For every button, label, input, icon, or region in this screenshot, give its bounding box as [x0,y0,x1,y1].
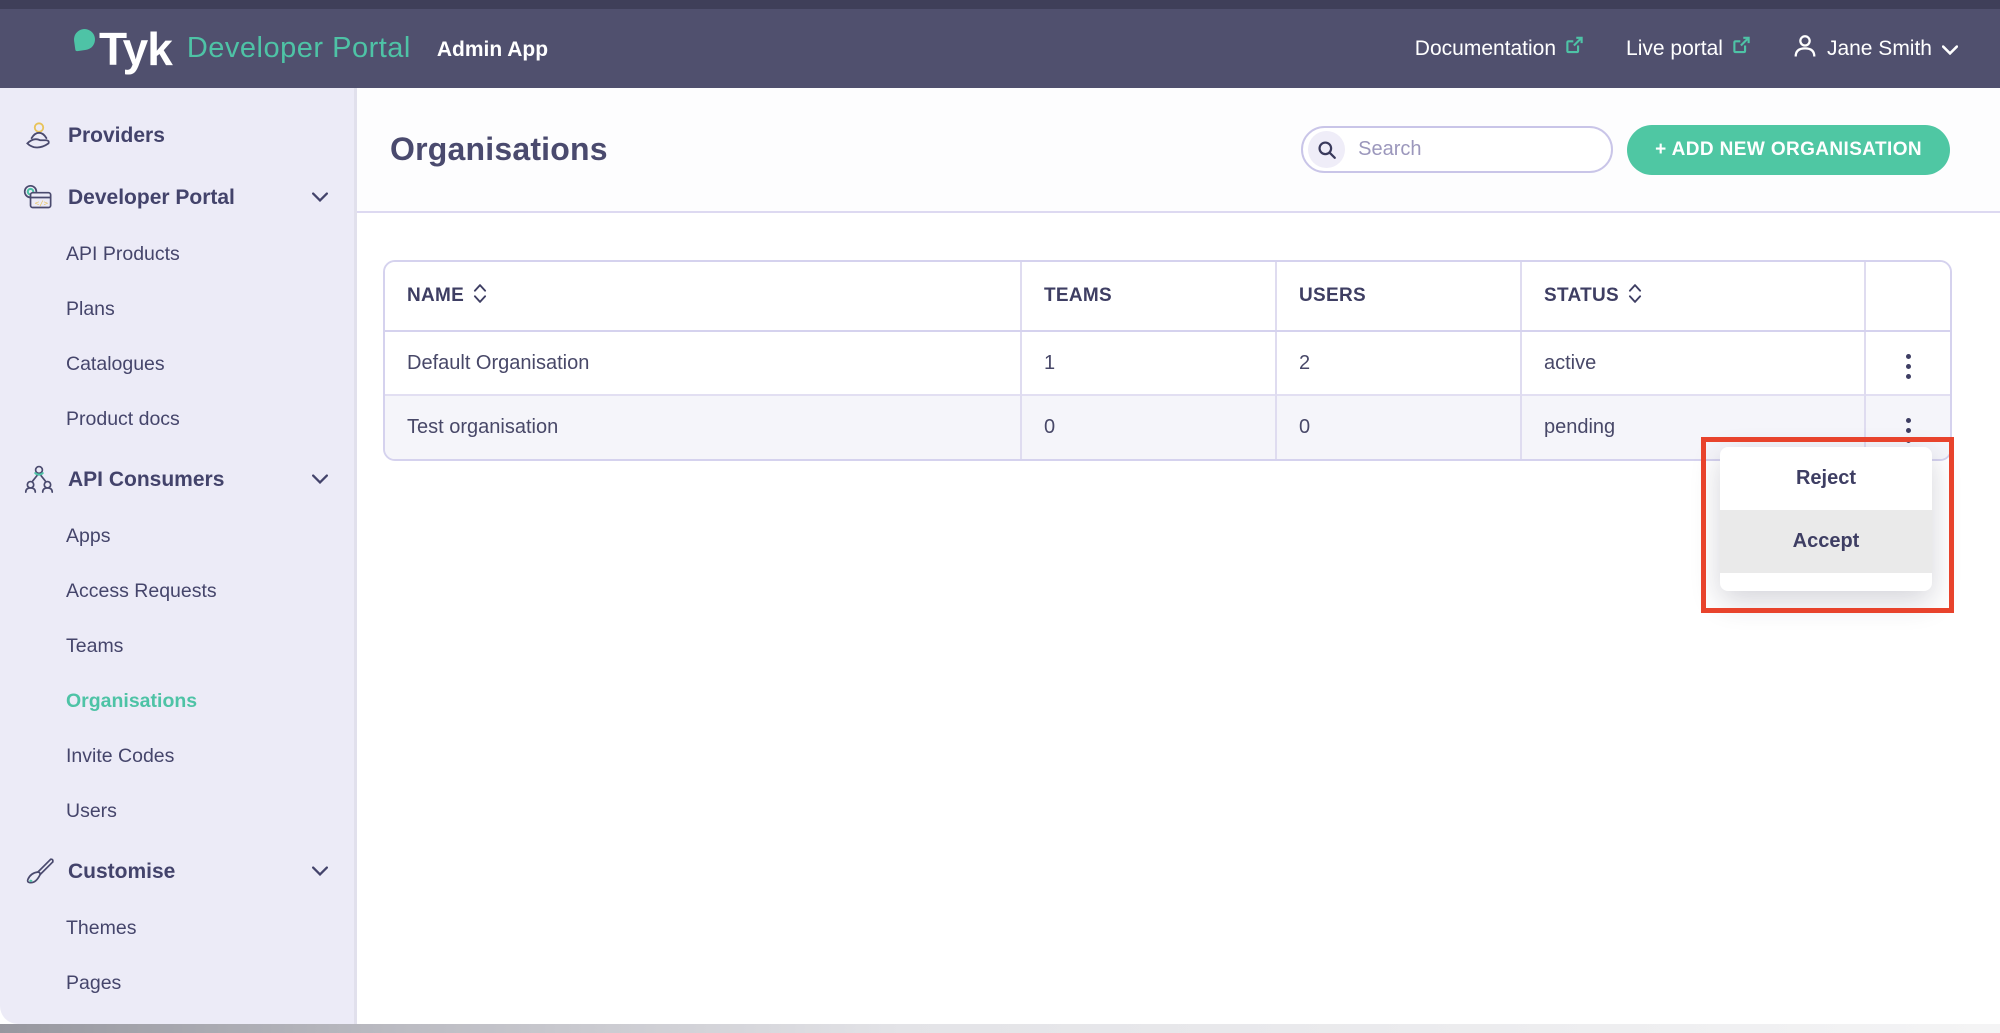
org-status-cell: active [1521,331,1865,395]
kebab-menu-icon[interactable] [1896,412,1921,449]
person-icon [1793,34,1817,64]
tyk-leaf-icon [73,27,97,51]
search-icon [1308,131,1345,168]
sidebar-section-providers[interactable]: Providers [0,110,354,162]
sort-icon [1628,283,1642,310]
column-header-teams[interactable]: TEAMS [1021,262,1276,331]
search-input[interactable] [1345,138,1575,161]
column-header-status[interactable]: STATUS [1521,262,1865,331]
external-link-icon [1565,36,1584,61]
sidebar-section-label: API Consumers [68,468,312,492]
page-actions: + ADD NEW ORGANISATION [1301,125,1950,175]
table-header-row: NAME TEAMS [385,262,1950,331]
body: Providers </> Developer Portal [0,88,2000,1024]
column-header-users[interactable]: USERS [1276,262,1521,331]
table-row[interactable]: Test organisation 0 0 pending [385,395,1950,459]
sidebar-item-teams[interactable]: Teams [0,621,354,671]
sidebar-item-pages[interactable]: Pages [0,958,354,1008]
sidebar-item-catalogues[interactable]: Catalogues [0,339,354,389]
header-left: Tyk Developer Portal Admin App [74,27,548,71]
chevron-down-icon[interactable] [312,471,328,489]
row-actions-cell [1865,331,1950,395]
add-new-organisation-button[interactable]: + ADD NEW ORGANISATION [1627,125,1950,175]
page-header: Organisations + ADD NEW ORGANISATION [357,88,2000,213]
sidebar-item-organisations[interactable]: Organisations [0,676,354,726]
sidebar-item-apps[interactable]: Apps [0,511,354,561]
window-bottom-edge [0,1024,2000,1033]
logo-subtitle: Developer Portal [187,32,411,65]
chevron-down-icon [1942,37,1958,61]
sidebar-item-plans[interactable]: Plans [0,284,354,334]
search-box[interactable] [1301,126,1613,173]
org-teams-cell: 0 [1021,395,1276,459]
live-portal-link[interactable]: Live portal [1626,36,1751,61]
sidebar-section-api-consumers[interactable]: API Consumers [0,454,354,506]
documentation-link[interactable]: Documentation [1415,36,1584,61]
external-link-icon [1732,36,1751,61]
logo-text: Tyk [99,27,172,71]
main-content: Organisations + ADD NEW ORGANISATION [357,88,2000,1024]
sidebar-item-product-docs[interactable]: Product docs [0,394,354,444]
sidebar-item-themes[interactable]: Themes [0,903,354,953]
consumers-people-icon [20,461,58,499]
user-name: Jane Smith [1827,37,1932,61]
sidebar-section-developer-portal[interactable]: </> Developer Portal [0,172,354,224]
portal-window-icon: </> [20,179,58,217]
tyk-logo[interactable]: Tyk [74,27,172,71]
sidebar-section-label: Developer Portal [68,186,312,210]
user-menu[interactable]: Jane Smith [1793,34,1958,64]
sidebar-item-api-products[interactable]: API Products [0,229,354,279]
live-portal-link-label: Live portal [1626,37,1723,61]
sort-icon [473,283,487,310]
menu-item-accept[interactable]: Accept [1720,510,1932,573]
org-teams-cell: 1 [1021,331,1276,395]
column-header-name[interactable]: NAME [385,262,1021,331]
documentation-link-label: Documentation [1415,37,1556,61]
sidebar-section-label: Customise [68,860,312,884]
app-label: Admin App [437,38,548,62]
chevron-down-icon[interactable] [312,189,328,207]
column-header-actions [1865,262,1950,331]
top-header: Tyk Developer Portal Admin App Documenta… [0,0,2000,88]
menu-item-reject[interactable]: Reject [1720,447,1932,510]
sidebar-item-users[interactable]: Users [0,786,354,836]
provider-hand-icon [20,117,58,155]
organisations-table: NAME TEAMS [383,260,1952,461]
org-name-cell: Default Organisation [385,331,1021,395]
chevron-down-icon[interactable] [312,863,328,881]
sidebar: Providers </> Developer Portal [0,88,357,1024]
sidebar-section-label: Providers [68,124,328,148]
sidebar-section-customise[interactable]: Customise [0,846,354,898]
org-name-cell: Test organisation [385,395,1021,459]
sidebar-item-invite-codes[interactable]: Invite Codes [0,731,354,781]
table-row[interactable]: Default Organisation 1 2 active [385,331,1950,395]
page-title: Organisations [390,131,608,168]
kebab-menu-icon[interactable] [1896,348,1921,385]
paintbrush-icon [20,853,58,891]
header-right: Documentation Live portal [1415,34,1958,64]
sidebar-item-access-requests[interactable]: Access Requests [0,566,354,616]
org-users-cell: 2 [1276,331,1521,395]
app-window: Tyk Developer Portal Admin App Documenta… [0,0,2000,1033]
org-users-cell: 0 [1276,395,1521,459]
row-context-menu: Reject Accept [1720,447,1932,591]
svg-text:</>: </> [35,198,49,207]
